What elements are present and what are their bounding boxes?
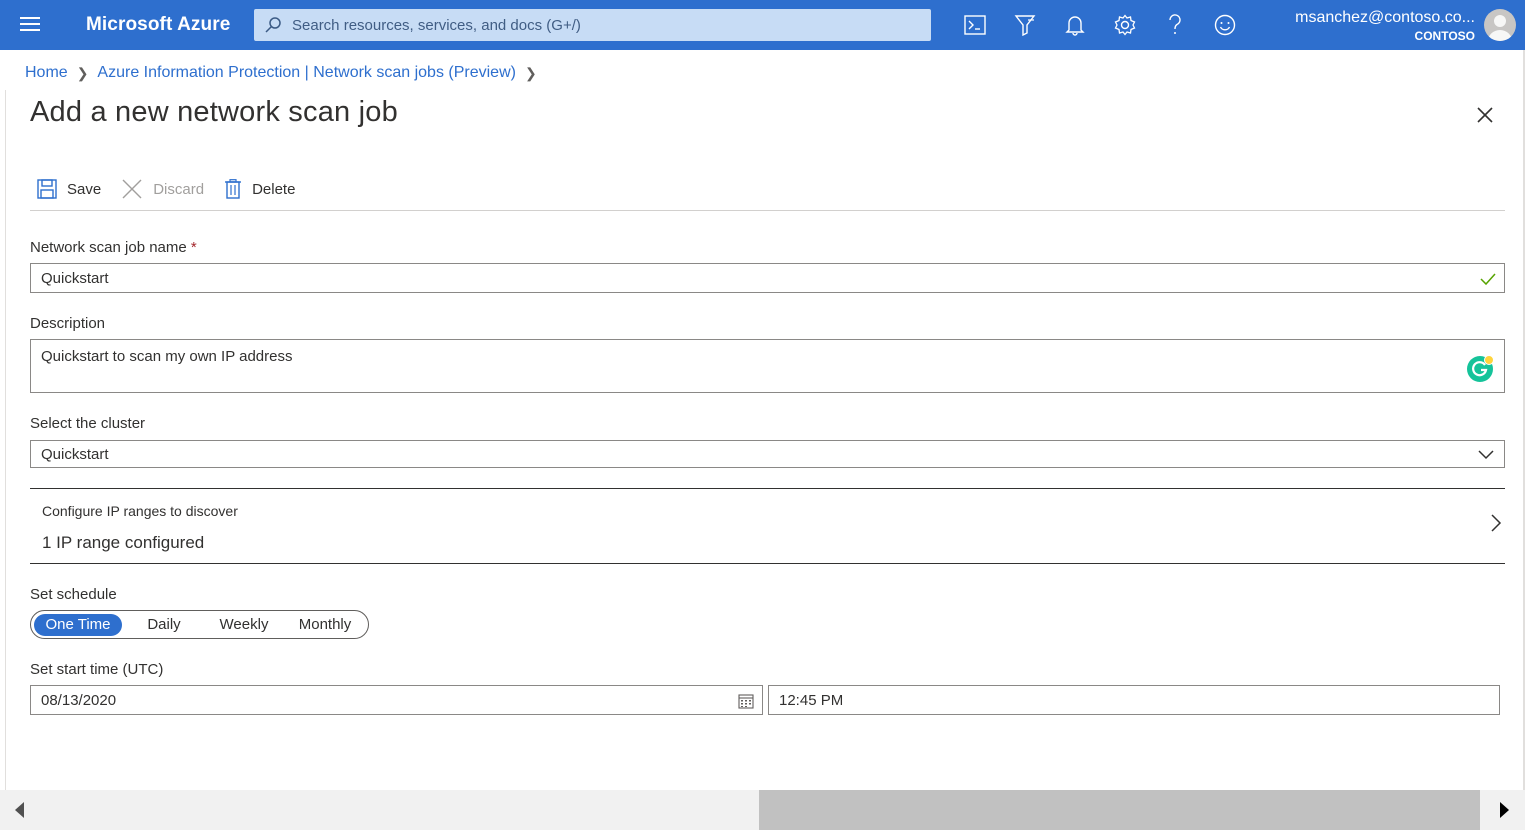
job-name-label: Network scan job name * [30,239,197,256]
start-time-field[interactable] [768,685,1500,715]
feedback-smiley-icon[interactable] [1213,13,1237,37]
delete-trash-icon [225,179,242,199]
breadcrumb-home[interactable]: Home [25,64,68,82]
schedule-label: Set schedule [30,586,117,603]
scrollbar-thumb[interactable] [759,790,1480,830]
job-name-input[interactable] [41,269,1461,287]
description-textarea[interactable]: Quickstart to scan my own IP address [41,348,1441,384]
search-box[interactable] [254,9,931,41]
valid-checkmark-icon [1480,273,1496,286]
directory-filter-icon[interactable] [1013,13,1037,37]
grammarly-icon[interactable] [1466,355,1494,383]
start-time-input[interactable] [779,691,1459,709]
close-button[interactable] [1474,104,1496,126]
account-email: msanchez@contoso.co... [1295,9,1475,26]
panel-left-border [5,90,6,790]
description-field[interactable]: Quickstart to scan my own IP address [30,339,1505,393]
discard-label: Discard [153,180,205,198]
required-asterisk: * [190,239,197,256]
schedule-toggle-group: One Time Daily Weekly Monthly [30,610,369,639]
avatar[interactable] [1484,9,1516,41]
cluster-label: Select the cluster [30,415,146,432]
account-tenant: CONTOSO [1414,29,1475,43]
account-info[interactable]: msanchez@contoso.co... CONTOSO [1295,8,1475,44]
command-bar: Save Discard Delete [30,174,1505,211]
configure-ip-ranges-link[interactable]: Configure IP ranges to discover 1 IP ran… [30,488,1505,564]
breadcrumb: Home ❯ Azure Information Protection | Ne… [25,64,546,82]
brand-title[interactable]: Microsoft Azure [86,14,230,36]
scroll-left-arrow-icon[interactable] [10,800,30,820]
delete-button[interactable]: Delete [224,174,295,204]
save-label: Save [67,180,102,198]
schedule-option-daily[interactable]: Daily [122,614,206,636]
horizontal-scrollbar[interactable] [0,790,1525,830]
cloud-shell-icon[interactable] [963,13,987,37]
close-icon [1477,107,1493,123]
job-name-label-text: Network scan job name [30,239,187,256]
schedule-option-monthly[interactable]: Monthly [282,614,368,636]
hamburger-menu-icon[interactable] [20,17,40,33]
chevron-down-icon [1478,450,1494,460]
ip-ranges-summary: 1 IP range configured [42,533,205,552]
scroll-right-arrow-icon[interactable] [1494,800,1514,820]
save-button[interactable]: Save [37,174,101,204]
chevron-right-icon [1491,514,1502,532]
start-date-field[interactable] [30,685,763,715]
settings-gear-icon[interactable] [1113,13,1137,37]
start-time-label: Set start time (UTC) [30,661,164,678]
help-question-icon[interactable] [1163,13,1187,37]
schedule-option-one-time[interactable]: One Time [34,613,122,636]
top-bar: Microsoft Azure msanchez@contoso.co... C… [0,0,1525,50]
ip-ranges-title: Configure IP ranges to discover [42,503,238,519]
search-input[interactable] [292,16,912,34]
page-title: Add a new network scan job [30,96,398,128]
chevron-right-icon: ❯ [524,64,537,81]
cluster-dropdown[interactable]: Quickstart [30,440,1505,468]
schedule-option-weekly[interactable]: Weekly [206,614,282,636]
save-icon [37,179,57,199]
notifications-bell-icon[interactable] [1063,13,1087,37]
cluster-selected-value: Quickstart [41,445,109,463]
discard-x-icon [122,179,142,199]
breadcrumb-network-scan-jobs[interactable]: Azure Information Protection | Network s… [97,64,516,82]
search-icon [265,17,281,33]
calendar-icon[interactable] [738,693,754,709]
user-avatar-icon [1488,15,1512,41]
start-date-input[interactable] [41,691,721,709]
chevron-right-icon: ❯ [76,64,89,81]
discard-button[interactable]: Discard [121,174,204,204]
description-label: Description [30,315,106,332]
delete-label: Delete [252,180,296,198]
job-name-field[interactable] [30,263,1505,293]
